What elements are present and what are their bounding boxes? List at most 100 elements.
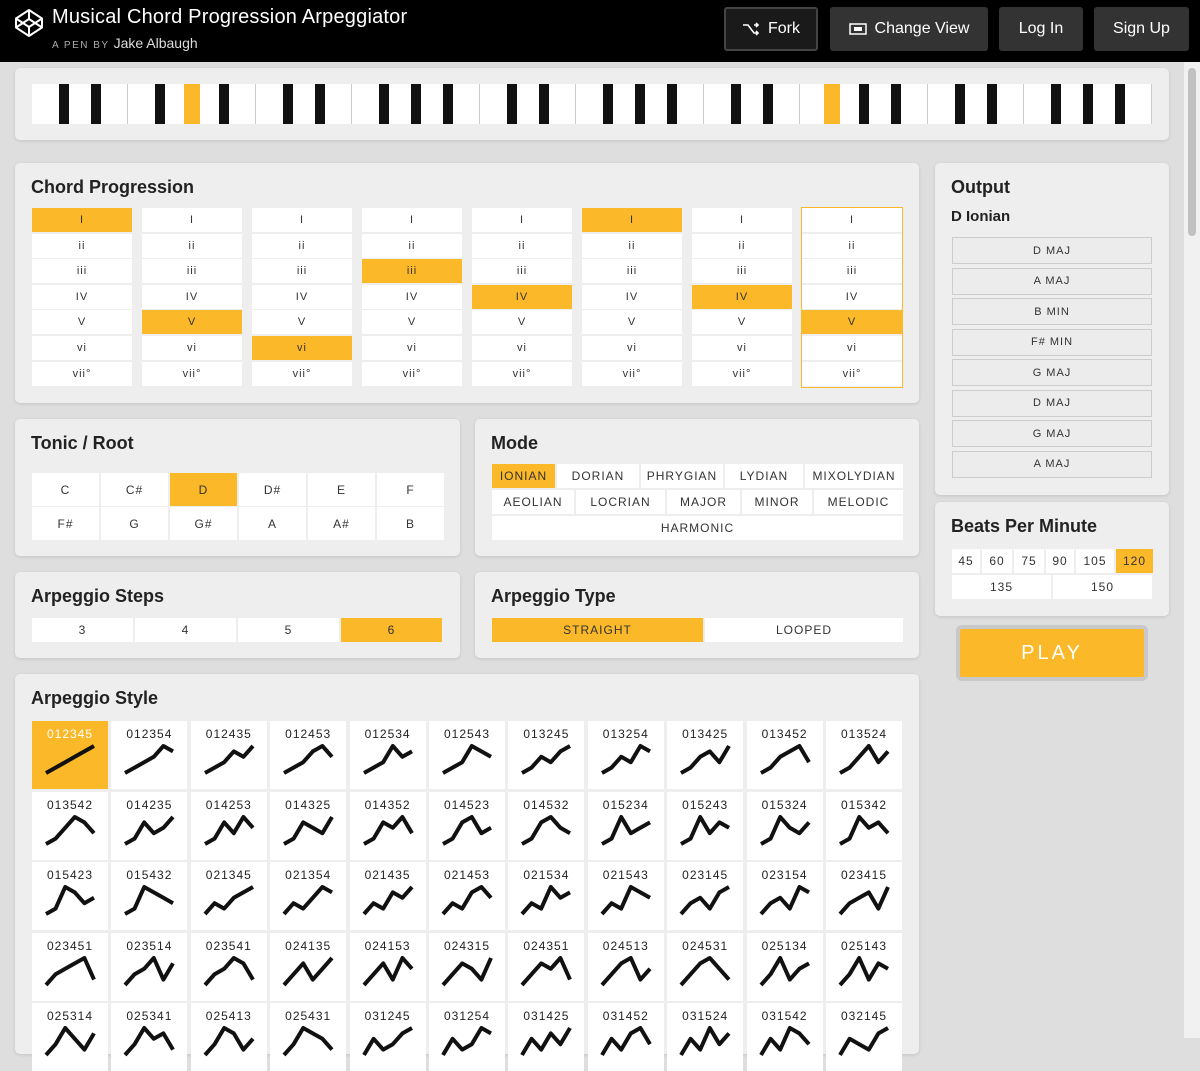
chord-option[interactable]: ii	[252, 233, 352, 258]
piano-black-key[interactable]	[1051, 84, 1061, 124]
arpeggio-style-option[interactable]: 031452	[587, 1003, 664, 1071]
arpeggio-style-option[interactable]: 013425	[667, 721, 744, 789]
chord-option[interactable]: iii	[692, 259, 792, 284]
chord-option[interactable]: V	[802, 310, 902, 335]
tonic-option[interactable]: F#	[32, 507, 99, 540]
chord-option[interactable]: V	[252, 310, 352, 335]
bpm-option[interactable]: 120	[1116, 549, 1153, 573]
arpeggio-style-option[interactable]: 024135	[270, 932, 347, 1001]
chord-option[interactable]: I	[582, 208, 682, 232]
chord-option[interactable]: ii	[142, 233, 242, 258]
mode-option[interactable]: MINOR	[742, 490, 812, 514]
arpeggio-style-option[interactable]: 014523	[429, 791, 505, 860]
arpeggio-style-option[interactable]: 023415	[826, 862, 902, 931]
chord-option[interactable]: ii	[32, 233, 132, 258]
chord-option[interactable]: ii	[362, 233, 462, 258]
piano-black-key[interactable]	[539, 84, 549, 124]
piano-black-key[interactable]	[603, 84, 613, 124]
bpm-option[interactable]: 90	[1046, 549, 1074, 573]
chord-option[interactable]: I	[32, 208, 132, 232]
chord-option[interactable]: V	[582, 310, 682, 335]
chord-option[interactable]: I	[692, 208, 792, 232]
piano-black-key[interactable]	[219, 84, 229, 124]
chord-option[interactable]: iii	[252, 259, 352, 284]
arpeggio-style-option[interactable]: 013452	[746, 721, 823, 789]
mode-option[interactable]: HARMONIC	[492, 516, 903, 540]
arpeggio-style-option[interactable]: 012453	[270, 721, 347, 789]
chord-option[interactable]: vii°	[142, 361, 242, 386]
chord-option[interactable]: vii°	[802, 361, 902, 386]
change-view-button[interactable]: Change View	[830, 7, 988, 51]
mode-option[interactable]: DORIAN	[557, 464, 639, 488]
mode-option[interactable]: LYDIAN	[725, 464, 803, 488]
bpm-option[interactable]: 60	[982, 549, 1012, 573]
arpeggio-style-option[interactable]: 014532	[508, 791, 585, 860]
codepen-logo-icon[interactable]	[14, 8, 44, 38]
arpeggio-style-option[interactable]: 023451	[32, 932, 108, 1001]
chord-option[interactable]: IV	[692, 284, 792, 309]
piano-black-key[interactable]	[824, 84, 840, 124]
tonic-option[interactable]: A#	[308, 507, 375, 540]
bpm-option[interactable]: 105	[1076, 549, 1114, 573]
arpeggio-style-option[interactable]: 031254	[429, 1003, 505, 1071]
piano-black-key[interactable]	[184, 84, 200, 124]
piano-black-key[interactable]	[1115, 84, 1125, 124]
arpeggio-style-option[interactable]: 031542	[746, 1003, 823, 1071]
arpeggio-style-option[interactable]: 024531	[667, 932, 744, 1001]
tonic-option[interactable]: A	[239, 507, 306, 540]
scrollbar-thumb[interactable]	[1188, 68, 1196, 236]
arpeggio-style-option[interactable]: 021354	[270, 862, 347, 931]
arpeggio-style-option[interactable]: 032145	[826, 1003, 902, 1071]
chord-option[interactable]: ii	[692, 233, 792, 258]
arpeggio-type-option[interactable]: LOOPED	[705, 618, 903, 642]
chord-option[interactable]: I	[252, 208, 352, 232]
arpeggio-step-option[interactable]: 6	[341, 618, 442, 642]
chord-option[interactable]: vi	[252, 335, 352, 360]
arpeggio-style-option[interactable]: 014253	[190, 791, 267, 860]
arpeggio-style-option[interactable]: 024513	[587, 932, 664, 1001]
chord-option[interactable]: vii°	[692, 361, 792, 386]
arpeggio-step-option[interactable]: 4	[135, 618, 236, 642]
mode-option[interactable]: MIXOLYDIAN	[805, 464, 903, 488]
chord-option[interactable]: I	[472, 208, 572, 232]
piano-black-key[interactable]	[315, 84, 325, 124]
arpeggio-style-option[interactable]: 014325	[270, 791, 347, 860]
arpeggio-style-option[interactable]: 024153	[349, 932, 426, 1001]
mode-option[interactable]: PHRYGIAN	[641, 464, 723, 488]
chord-option[interactable]: vii°	[32, 361, 132, 386]
bpm-option[interactable]: 150	[1053, 575, 1152, 599]
chord-option[interactable]: vi	[692, 335, 792, 360]
arpeggio-style-option[interactable]: 025143	[826, 932, 902, 1001]
chord-option[interactable]: vi	[582, 335, 682, 360]
chord-option[interactable]: V	[472, 310, 572, 335]
arpeggio-style-option[interactable]: 025413	[190, 1003, 267, 1071]
piano-black-key[interactable]	[859, 84, 869, 124]
arpeggio-style-option[interactable]: 025431	[270, 1003, 347, 1071]
chord-option[interactable]: ii	[472, 233, 572, 258]
arpeggio-style-option[interactable]: 012354	[111, 721, 188, 789]
piano-black-key[interactable]	[379, 84, 389, 124]
tonic-option[interactable]: E	[308, 473, 375, 506]
piano-black-key[interactable]	[667, 84, 677, 124]
arpeggio-style-option[interactable]: 023154	[746, 862, 823, 931]
bpm-option[interactable]: 135	[952, 575, 1051, 599]
arpeggio-step-option[interactable]: 5	[238, 618, 339, 642]
arpeggio-style-option[interactable]: 015432	[111, 862, 188, 931]
piano-black-key[interactable]	[731, 84, 741, 124]
arpeggio-style-option[interactable]: 015342	[826, 791, 902, 860]
mode-option[interactable]: MELODIC	[814, 490, 903, 514]
piano-black-key[interactable]	[443, 84, 453, 124]
chord-option[interactable]: ii	[802, 233, 902, 258]
signup-button[interactable]: Sign Up	[1094, 7, 1189, 51]
chord-option[interactable]: I	[802, 208, 902, 232]
chord-option[interactable]: iii	[362, 259, 462, 284]
arpeggio-style-option[interactable]: 015423	[32, 862, 108, 931]
fork-button[interactable]: Fork	[724, 7, 818, 51]
arpeggio-style-option[interactable]: 025314	[32, 1003, 108, 1071]
piano-black-key[interactable]	[507, 84, 517, 124]
piano-black-key[interactable]	[283, 84, 293, 124]
chord-option[interactable]: vii°	[582, 361, 682, 386]
chord-option[interactable]: vi	[802, 335, 902, 360]
arpeggio-style-option[interactable]: 013245	[508, 721, 585, 789]
arpeggio-style-option[interactable]: 023514	[111, 932, 188, 1001]
